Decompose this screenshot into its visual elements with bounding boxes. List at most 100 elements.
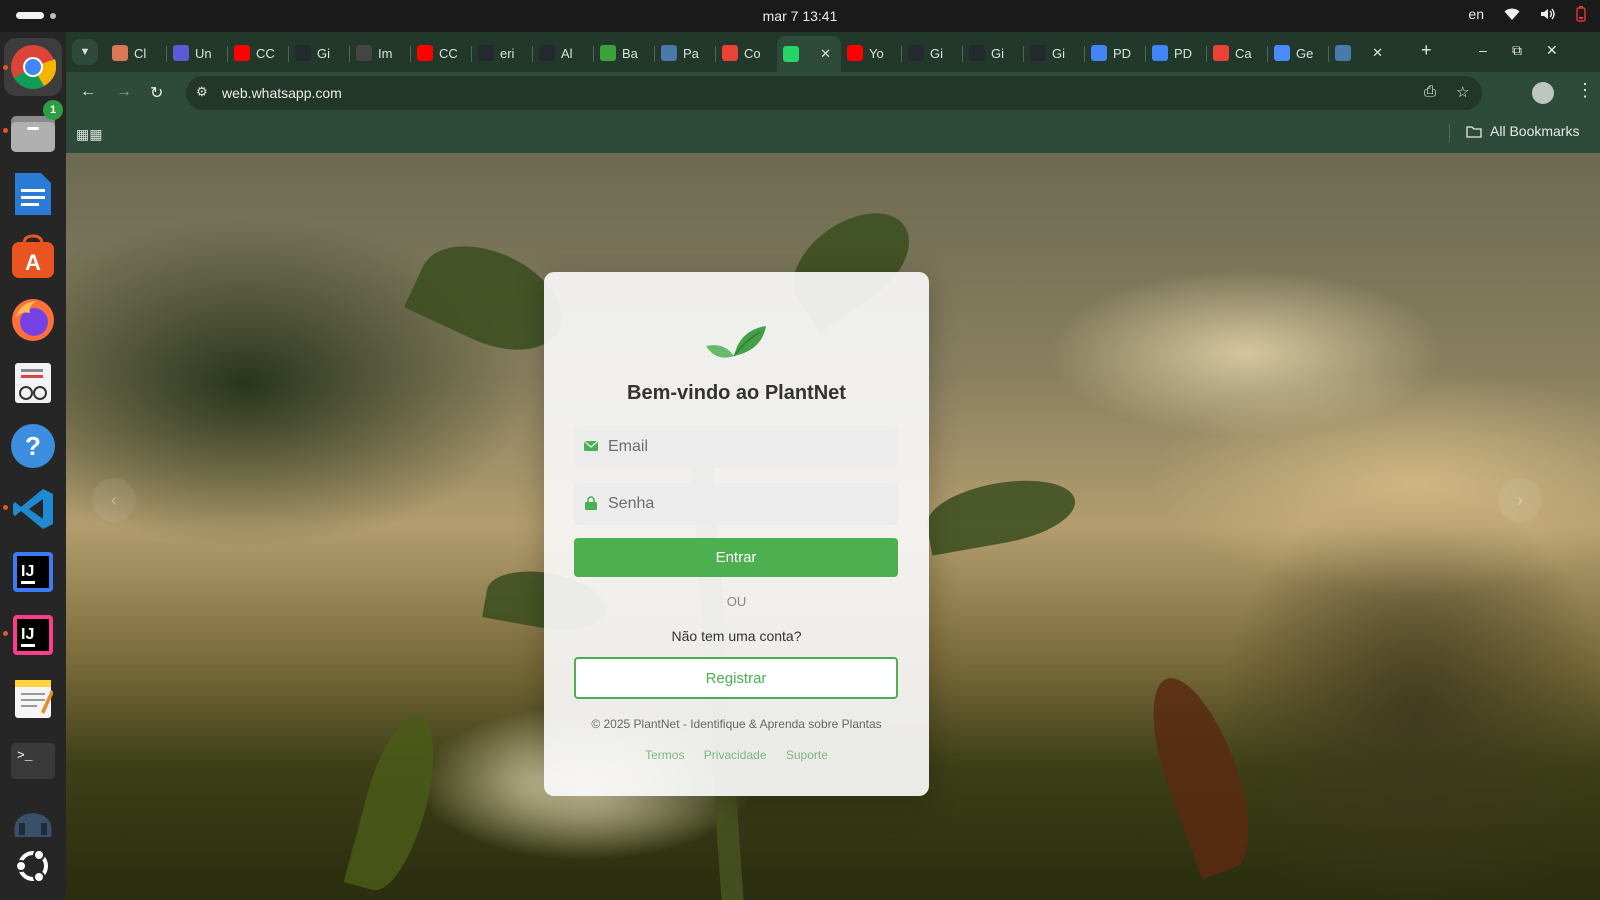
apps-grid-icon[interactable]: ▦▦ [76, 126, 102, 143]
browser-tab[interactable]: Gi [902, 38, 963, 68]
tab-title: Gi [930, 45, 943, 61]
udemy-icon [173, 45, 189, 61]
document-viewer-icon[interactable] [9, 359, 57, 407]
app-center-icon[interactable]: A [9, 233, 57, 281]
files-icon[interactable]: 1 [9, 100, 63, 156]
tab-search-button[interactable]: ▼ [72, 39, 98, 65]
battery-icon[interactable] [1576, 6, 1586, 22]
email-input[interactable] [608, 426, 888, 468]
carousel-prev-button[interactable]: ‹ [92, 478, 136, 522]
browser-tab[interactable]: Un [167, 38, 228, 68]
address-bar[interactable]: ⚙ web.whatsapp.com ⎙ ☆ [186, 76, 1482, 110]
all-bookmarks-button[interactable]: All Bookmarks [1466, 123, 1579, 139]
login-button[interactable]: Entrar [574, 538, 898, 577]
tab-title: Gi [1052, 45, 1065, 61]
password-field[interactable] [574, 483, 898, 525]
browser-tab[interactable]: Al [533, 38, 594, 68]
help-icon[interactable]: ? [9, 422, 57, 470]
firefox-icon[interactable] [9, 296, 57, 344]
browser-tab[interactable]: Ge [1268, 38, 1329, 68]
forward-button[interactable]: → [116, 83, 132, 101]
bookmark-star-icon[interactable]: ☆ [1456, 83, 1469, 101]
github-icon [478, 45, 494, 61]
browser-tab[interactable]: PD [1146, 38, 1207, 68]
browser-tab[interactable]: PD [1085, 38, 1146, 68]
browser-tab[interactable]: ✕ [777, 36, 841, 72]
svg-text:?: ? [25, 431, 41, 461]
svg-text:IJ: IJ [21, 626, 34, 643]
tab-title: PD [1113, 45, 1132, 61]
welcome-title: Bem-vindo ao PlantNet [627, 382, 846, 404]
browser-tab[interactable]: Ca [1207, 38, 1268, 68]
browser-tab[interactable]: Co [716, 38, 777, 68]
github-icon [908, 45, 924, 61]
browser-tab[interactable]: Yo [841, 38, 902, 68]
text-editor-icon[interactable] [9, 674, 57, 722]
ubuntu-dock: 1 A ? IJ IJ >_ [0, 32, 66, 900]
wifi-icon[interactable] [1504, 7, 1520, 21]
browser-tab[interactable]: Pa [655, 38, 716, 68]
browser-tab[interactable]: CC [411, 38, 472, 68]
back-button[interactable]: ← [80, 83, 96, 101]
bookmarks-divider [1449, 124, 1450, 142]
carousel-next-button[interactable]: › [1498, 478, 1542, 522]
browser-tab[interactable]: Ba [594, 38, 655, 68]
email-field[interactable] [574, 426, 898, 468]
files-notification-badge: 1 [43, 100, 63, 120]
password-input[interactable] [608, 483, 888, 525]
minimize-button[interactable]: – [1479, 42, 1487, 58]
terminal-icon[interactable]: >_ [9, 737, 57, 785]
register-button[interactable]: Registrar [574, 657, 898, 699]
browser-tab[interactable]: Im [350, 38, 411, 68]
gmail-icon [722, 45, 738, 61]
system-clock[interactable]: mar 7 13:41 [0, 8, 1600, 24]
install-app-icon[interactable]: ⎙ [1424, 83, 1436, 100]
chrome-menu-icon[interactable]: ⋮ [1576, 80, 1594, 101]
reload-button[interactable]: ↻ [150, 83, 163, 103]
ubuntu-icon[interactable] [9, 842, 57, 890]
youtube-icon [847, 45, 863, 61]
browser-tab[interactable]: eri [472, 38, 533, 68]
storage-icon[interactable] [9, 800, 57, 848]
browser-tab[interactable]: Gi [963, 38, 1024, 68]
browser-tab[interactable]: CC [228, 38, 289, 68]
intellij-ce-icon[interactable]: IJ [9, 548, 57, 596]
close-window-button[interactable]: ✕ [1546, 42, 1558, 59]
intellij-ultimate-icon[interactable]: IJ [9, 611, 57, 659]
maximize-button[interactable]: ⧉ [1512, 42, 1522, 59]
privacy-link[interactable]: Privacidade [704, 748, 767, 762]
running-indicator [3, 65, 8, 70]
browser-tab[interactable]: Gi [1024, 38, 1085, 68]
system-tray[interactable]: en [1468, 6, 1586, 22]
writer-icon[interactable] [9, 170, 57, 218]
terms-link[interactable]: Termos [645, 748, 684, 762]
browser-tab[interactable]: ✕ [1329, 38, 1393, 68]
or-divider: OU [726, 594, 747, 609]
tab-title: Gi [317, 45, 330, 61]
no-account-text: Não tem uma conta? [671, 628, 802, 644]
gemini-icon [1274, 45, 1290, 61]
bookmarks-bar: ▦▦ All Bookmarks [66, 114, 1600, 153]
tab-title: CC [256, 45, 275, 61]
chrome-icon[interactable] [9, 43, 57, 91]
site-info-icon[interactable]: ⚙ [196, 84, 208, 100]
profile-avatar[interactable] [1532, 82, 1554, 104]
tab-title: Ba [622, 45, 638, 61]
tab-title: Un [195, 45, 212, 61]
browser-window: ▼ Cl Un CC Gi Im CC eri Al Ba Pa Co ✕ Yo Gi Gi Gi PD PD Ca… [66, 32, 1600, 153]
volume-icon[interactable] [1540, 7, 1556, 21]
whatsapp-icon [783, 46, 799, 62]
close-tab-icon[interactable]: ✕ [1372, 45, 1393, 61]
support-link[interactable]: Suporte [786, 748, 828, 762]
keyboard-layout-indicator[interactable]: en [1468, 6, 1484, 22]
new-tab-button[interactable]: + [1421, 40, 1432, 61]
address-url[interactable]: web.whatsapp.com [222, 85, 342, 101]
browser-tab[interactable]: Gi [289, 38, 350, 68]
github-icon [539, 45, 555, 61]
svg-text:>_: >_ [17, 748, 33, 763]
browser-tab[interactable]: Cl [106, 38, 167, 68]
youtube-icon [234, 45, 250, 61]
close-tab-icon[interactable]: ✕ [820, 46, 841, 62]
vscode-icon[interactable] [9, 485, 57, 533]
browser-toolbar: ← → ↻ ⚙ web.whatsapp.com ⎙ ☆ ⋮ [66, 72, 1600, 114]
